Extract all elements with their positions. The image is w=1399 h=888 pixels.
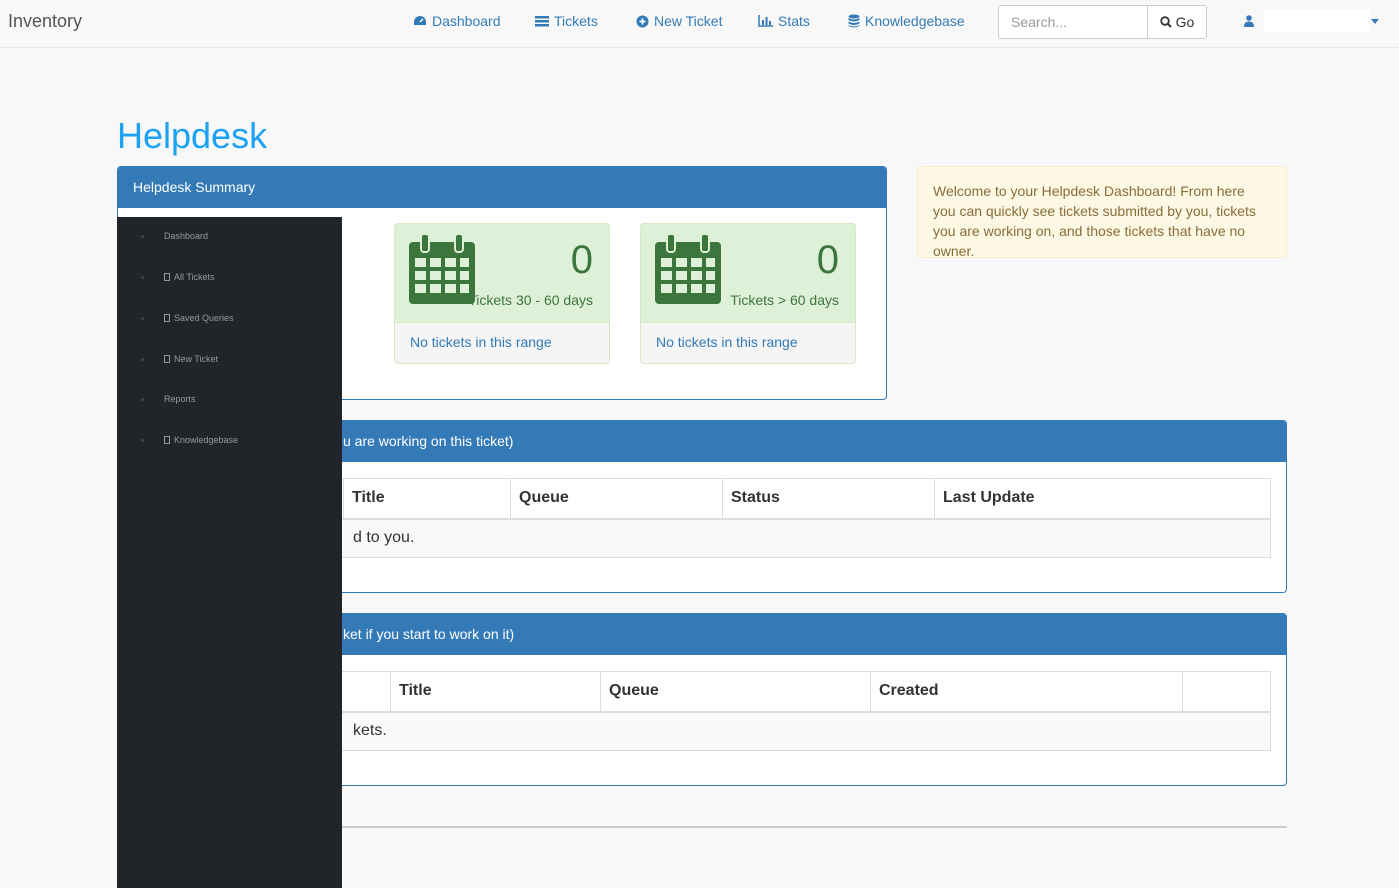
nav-knowledgebase[interactable]: Knowledgebase: [848, 13, 965, 29]
nav-dashboard-label: Dashboard: [432, 13, 501, 29]
sidebar-item-label: Reports: [164, 394, 196, 404]
stat-label: Tickets > 60 days: [730, 292, 839, 308]
welcome-alert: Welcome to your Helpdesk Dashboard! From…: [917, 166, 1287, 259]
stat-count: 0: [816, 238, 839, 282]
chevron-down-icon: [1371, 19, 1379, 24]
nav-stats[interactable]: Stats: [758, 13, 810, 29]
nav-knowledgebase-label: Knowledgebase: [865, 13, 965, 29]
nav-new-ticket[interactable]: New Ticket: [636, 13, 722, 29]
search-input[interactable]: [998, 5, 1148, 39]
column-header-actions: [1182, 671, 1271, 713]
list-icon: [535, 16, 549, 27]
stat-footer-link[interactable]: No tickets in this range: [641, 322, 855, 363]
go-label: Go: [1175, 14, 1195, 30]
user-icon: [1244, 15, 1254, 27]
brand-logo[interactable]: Inventory: [8, 11, 82, 32]
column-header-created[interactable]: Created: [870, 671, 1183, 713]
stat-count: 0: [570, 238, 593, 282]
column-header-status[interactable]: Status: [722, 478, 935, 520]
sidebar-item-label: Saved Queries: [174, 313, 234, 323]
search-go-button[interactable]: Go: [1147, 5, 1207, 39]
dashboard-icon: [414, 16, 426, 25]
username-redacted: [1264, 10, 1370, 32]
sidebar-item-new-ticket[interactable]: New Ticket: [141, 351, 218, 367]
sidebar-item-dashboard[interactable]: Dashboard: [141, 228, 208, 244]
user-menu[interactable]: [1244, 10, 1384, 34]
sidebar-item-label: All Tickets: [174, 272, 215, 282]
column-header-title[interactable]: Title: [343, 478, 511, 520]
sidebar-item-knowledgebase[interactable]: Knowledgebase: [141, 432, 238, 448]
bullet-icon: [141, 357, 144, 361]
bullet-icon: [141, 275, 144, 279]
bullet-icon: [141, 316, 144, 320]
nav-tickets-label: Tickets: [554, 13, 598, 29]
sidebar-item-label: Knowledgebase: [174, 435, 239, 445]
column-header-title[interactable]: Title: [390, 671, 601, 713]
sidebar-item-reports[interactable]: Reports: [141, 391, 196, 407]
database-icon: [848, 14, 860, 28]
stat-card-30-60: 0 Tickets 30 - 60 days No tickets in thi…: [394, 223, 610, 364]
search-icon: [1159, 16, 1172, 28]
stat-label: Tickets 30 - 60 days: [468, 292, 593, 308]
bullet-icon: [141, 234, 144, 238]
missing-glyph-icon: [164, 436, 170, 444]
sidebar-item-saved-queries[interactable]: Saved Queries: [141, 310, 234, 326]
column-header-queue[interactable]: Queue: [600, 671, 871, 713]
calendar-icon: [409, 234, 475, 304]
bullet-icon: [141, 438, 144, 442]
sidebar-item-label: New Ticket: [174, 354, 219, 364]
bullet-icon: [141, 397, 144, 401]
top-navbar: Inventory Dashboard Tickets New Ticket S…: [0, 0, 1399, 48]
column-header-queue[interactable]: Queue: [510, 478, 723, 520]
sidebar-item-all-tickets[interactable]: All Tickets: [141, 269, 215, 285]
nav-dashboard[interactable]: Dashboard: [413, 13, 501, 29]
stat-card-60-plus: 0 Tickets > 60 days No tickets in this r…: [640, 223, 856, 364]
missing-glyph-icon: [164, 314, 170, 322]
plus-circle-icon: [636, 15, 649, 27]
sidebar-item-label: Dashboard: [164, 231, 209, 241]
nav-new-ticket-label: New Ticket: [654, 13, 723, 29]
calendar-icon: [655, 234, 721, 304]
stat-footer-link[interactable]: No tickets in this range: [395, 322, 609, 363]
sidebar: Dashboard All Tickets Saved Queries New …: [117, 217, 342, 888]
summary-panel-heading: Helpdesk Summary: [118, 167, 886, 208]
bar-chart-icon: [758, 15, 773, 27]
nav-stats-label: Stats: [778, 13, 810, 29]
missing-glyph-icon: [164, 273, 170, 281]
nav-tickets[interactable]: Tickets: [535, 13, 598, 29]
page-title: Helpdesk: [117, 115, 268, 156]
missing-glyph-icon: [164, 355, 170, 363]
column-header-last-update[interactable]: Last Update: [934, 478, 1271, 520]
